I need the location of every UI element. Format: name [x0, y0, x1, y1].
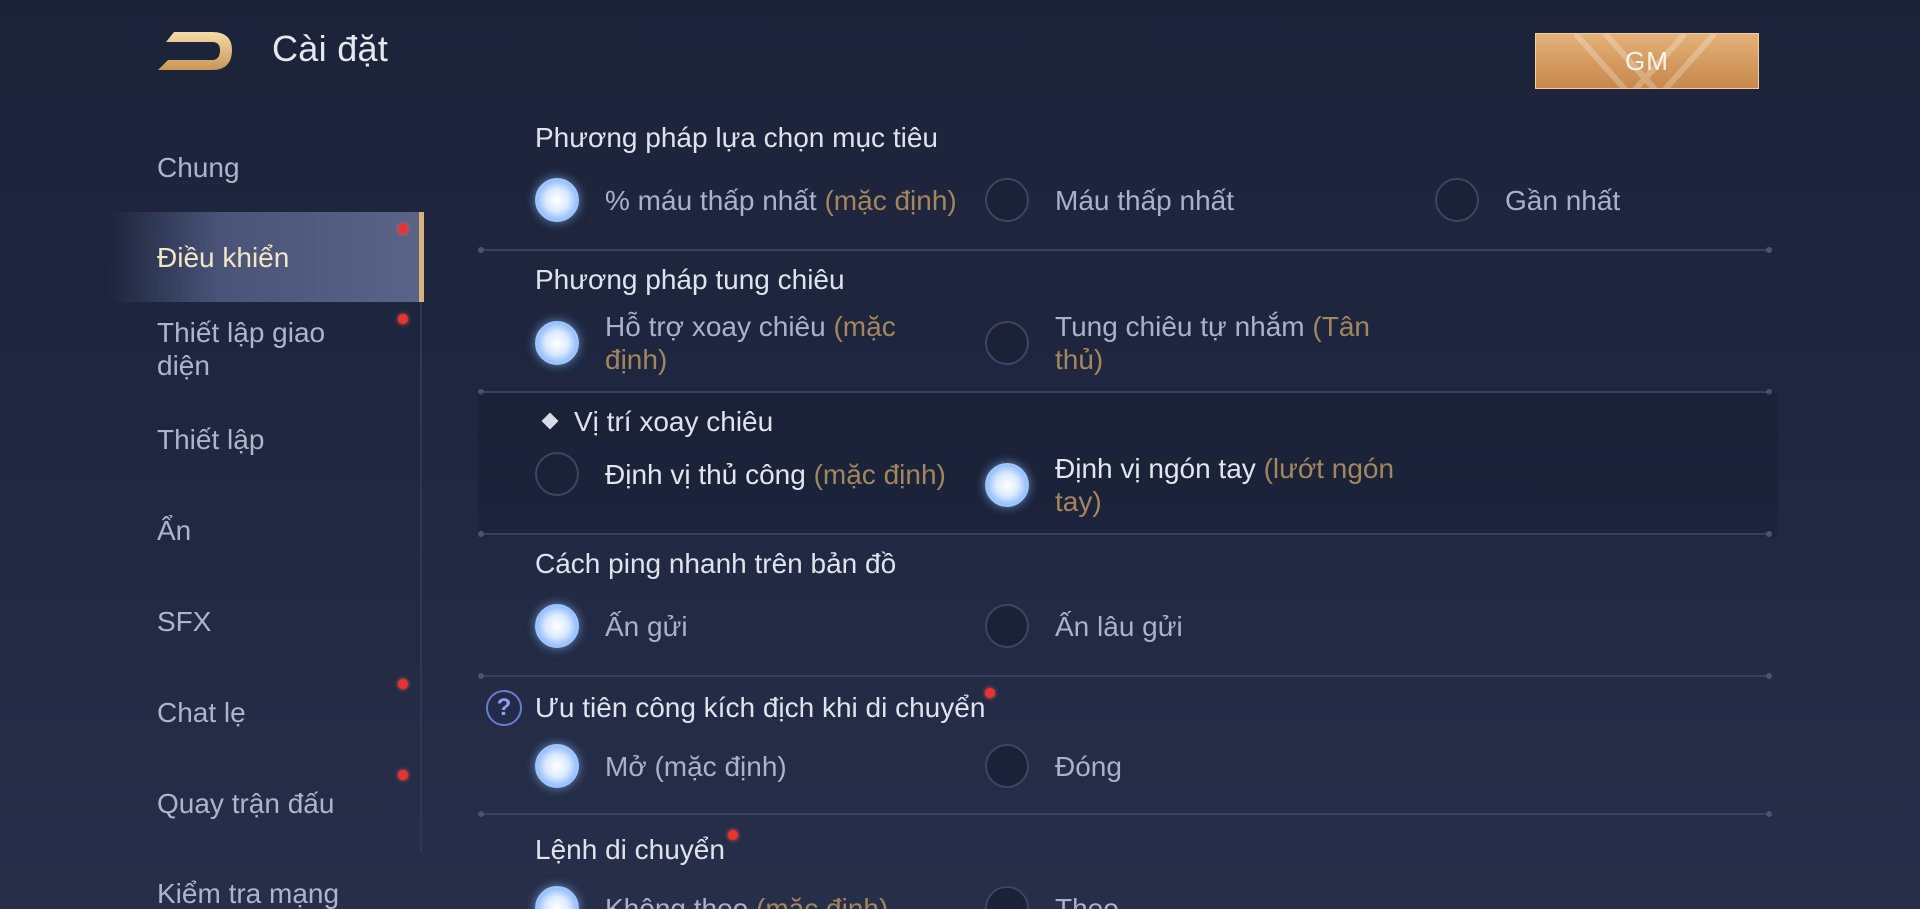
notification-dot: [728, 830, 738, 840]
option-label: Gần nhất: [1505, 184, 1621, 216]
section-title: Cách ping nhanh trên bản đồ: [535, 548, 897, 579]
radio-unselected[interactable]: [985, 178, 1029, 222]
sidebar-item-network-check[interactable]: Kiểm tra mạng: [0, 848, 424, 909]
sidebar-item-label: Chat lẹ: [157, 696, 246, 728]
notification-dot: [398, 770, 408, 780]
option-off[interactable]: Đóng: [985, 744, 1122, 788]
radio-unselected[interactable]: [535, 452, 579, 496]
option-label: Ấn lâu gửi: [1055, 610, 1183, 642]
option-label: Hỗ trợ xoay chiêu (mặc định): [605, 311, 896, 375]
sidebar-item-label: Kiểm tra mạng: [157, 877, 340, 909]
section-title: Phương pháp tung chiêu: [535, 264, 845, 295]
sidebar-item-quick-chat[interactable]: Chat lẹ: [0, 667, 424, 757]
help-icon[interactable]: ?: [486, 690, 522, 726]
option-manual-position[interactable]: Định vị thủ công (mặc định): [535, 452, 946, 496]
option-label: Tung chiêu tự nhắm (Tân thủ): [1055, 311, 1370, 375]
option-finger-position[interactable]: Định vị ngón tay (lướt ngón tay): [985, 452, 1394, 518]
radio-selected[interactable]: [535, 321, 579, 365]
radio-selected[interactable]: [985, 463, 1029, 507]
divider: [478, 247, 1772, 253]
divider: [478, 811, 1772, 817]
option-follow[interactable]: Theo: [985, 886, 1119, 909]
option-label: Máu thấp nhất: [1055, 184, 1235, 216]
option-assisted-rotate[interactable]: Hỗ trợ xoay chiêu (mặc định): [535, 310, 896, 376]
sidebar-item-setup[interactable]: Thiết lập: [0, 394, 424, 484]
option-label: Theo: [1055, 892, 1119, 909]
section-title: Vị trí xoay chiêu: [541, 406, 773, 438]
option-label: Định vị ngón tay (lướt ngón tay): [1055, 453, 1395, 517]
divider: [478, 531, 1772, 537]
sidebar-item-label: Ẩn: [157, 514, 192, 546]
option-lowest-hp[interactable]: Máu thấp nhất: [985, 178, 1234, 222]
option-label: Không theo (mặc định): [605, 892, 889, 909]
section-title: Phương pháp lựa chọn mục tiêu: [535, 122, 938, 153]
section-title: Ưu tiên công kích địch khi di chuyển: [535, 692, 986, 723]
option-label: Định vị thủ công (mặc định): [605, 458, 946, 490]
sidebar-item-sfx[interactable]: SFX: [0, 576, 424, 666]
sidebar-item-label: Thiết lập giao diện: [157, 317, 326, 381]
gm-label: GM: [1625, 45, 1669, 76]
sidebar-item-hide[interactable]: Ẩn: [0, 485, 424, 575]
option-label: % máu thấp nhất (mặc định): [605, 184, 957, 216]
radio-unselected[interactable]: [985, 604, 1029, 648]
radio-selected[interactable]: [535, 178, 579, 222]
sidebar-item-controls[interactable]: Điều khiển: [110, 212, 424, 302]
radio-unselected[interactable]: [985, 886, 1029, 909]
option-hold-send[interactable]: Ấn lâu gửi: [985, 604, 1183, 648]
page-title: Cài đặt: [272, 28, 389, 69]
sidebar-item-label: Thiết lập: [157, 423, 265, 455]
notification-dot: [985, 688, 995, 698]
notification-dot: [398, 314, 408, 324]
sidebar-item-label: SFX: [157, 605, 212, 637]
section-title: Lệnh di chuyển: [535, 834, 725, 865]
sidebar-item-label: Chung: [157, 151, 240, 183]
radio-selected[interactable]: [535, 604, 579, 648]
option-label: Mở (mặc định): [605, 750, 787, 782]
option-label: Ấn gửi: [605, 610, 688, 642]
option-nearest[interactable]: Gần nhất: [1435, 178, 1620, 222]
radio-unselected[interactable]: [985, 321, 1029, 365]
gm-button[interactable]: GM: [1535, 33, 1759, 89]
option-tap-send[interactable]: Ấn gửi: [535, 604, 688, 648]
diamond-bullet-icon: [541, 412, 559, 430]
option-lowest-hp-percent[interactable]: % máu thấp nhất (mặc định): [535, 178, 957, 222]
radio-unselected[interactable]: [1435, 178, 1479, 222]
option-label: Đóng: [1055, 750, 1122, 782]
sidebar-item-general[interactable]: Chung: [0, 122, 424, 212]
radio-selected[interactable]: [535, 744, 579, 788]
sidebar-item-label: Quay trận đấu: [157, 787, 335, 819]
option-auto-aim[interactable]: Tung chiêu tự nhắm (Tân thủ): [985, 310, 1370, 376]
back-arrow-icon: [158, 32, 232, 70]
option-no-follow[interactable]: Không theo (mặc định): [535, 886, 888, 909]
settings-screen: Cài đặt GM Chung Điều khiển Thiết lập gi…: [0, 0, 1920, 909]
divider: [478, 673, 1772, 679]
radio-unselected[interactable]: [985, 744, 1029, 788]
notification-dot: [398, 224, 408, 234]
back-button[interactable]: [154, 28, 236, 74]
active-indicator: [419, 212, 424, 302]
sidebar-item-label: Điều khiển: [157, 241, 290, 273]
sidebar-item-interface[interactable]: Thiết lập giao diện: [0, 304, 424, 394]
radio-selected[interactable]: [535, 886, 579, 909]
notification-dot: [398, 679, 408, 689]
sidebar-item-replay[interactable]: Quay trận đấu: [0, 758, 424, 848]
option-on[interactable]: Mở (mặc định): [535, 744, 787, 788]
